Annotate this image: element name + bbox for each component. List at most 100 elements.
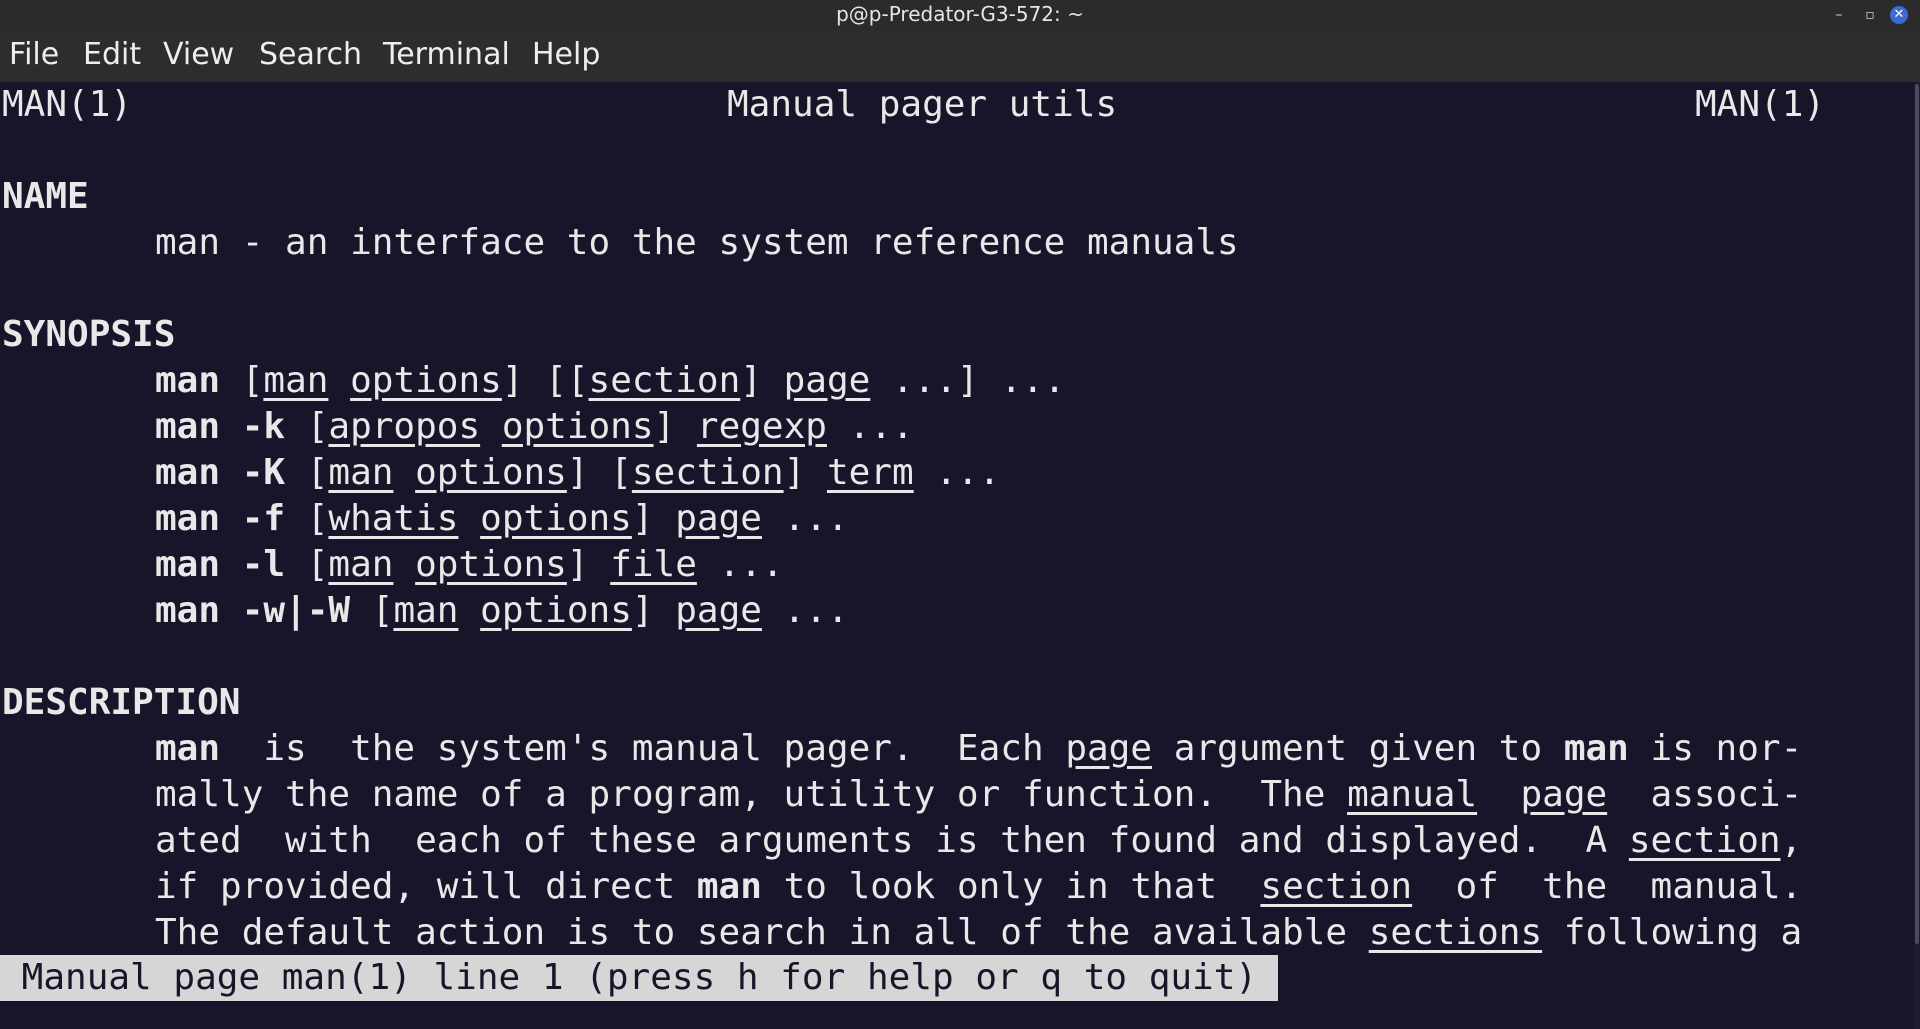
menu-help[interactable]: Help bbox=[532, 37, 600, 72]
command: man -w|-W bbox=[155, 590, 351, 631]
text: to look only in that bbox=[761, 866, 1261, 907]
argument: file bbox=[610, 544, 697, 585]
text: ] bbox=[566, 544, 611, 585]
argument: section bbox=[631, 452, 784, 493]
text: following a bbox=[1542, 912, 1803, 953]
argument: section bbox=[588, 360, 741, 401]
man-header-center: Manual pager utils bbox=[727, 84, 1118, 125]
argument: page bbox=[1520, 774, 1608, 815]
text: ... bbox=[761, 590, 849, 631]
bold-text: man bbox=[155, 728, 221, 769]
argument: options bbox=[415, 544, 567, 585]
window-title: p@p-Predator-G3-572: ~ bbox=[836, 2, 1084, 26]
text bbox=[458, 498, 480, 539]
description-line: mally the name of a program, utility or … bbox=[155, 772, 1802, 818]
text: ] bbox=[740, 360, 784, 401]
text: ... bbox=[826, 406, 914, 447]
text: [ bbox=[220, 360, 264, 401]
menu-search[interactable]: Search bbox=[259, 37, 362, 72]
terminal-output[interactable]: MAN(1) Manual pager utils MAN(1) NAME ma… bbox=[0, 82, 1914, 1029]
text: ] [[ bbox=[501, 360, 589, 401]
argument: manual bbox=[1347, 774, 1478, 815]
synopsis-line: man -k [apropos options] regexp ... bbox=[155, 404, 914, 450]
argument: man bbox=[393, 590, 459, 631]
text bbox=[1477, 774, 1520, 815]
argument: apropos bbox=[328, 406, 481, 447]
text: mally the name of a program, utility or … bbox=[155, 774, 1348, 815]
maximize-icon[interactable]: ▫ bbox=[1860, 5, 1880, 25]
argument: whatis bbox=[328, 498, 459, 539]
argument: man bbox=[328, 452, 394, 493]
window-titlebar[interactable]: p@p-Predator-G3-572: ~ – ▫ ✕ bbox=[0, 0, 1920, 30]
text: if provided, will direct bbox=[155, 866, 697, 907]
text: is the system's manual pager. Each bbox=[220, 728, 1066, 769]
text: ated with each of these arguments is the… bbox=[155, 820, 1629, 861]
section-heading-name: NAME bbox=[2, 176, 89, 217]
menu-file[interactable]: File bbox=[9, 37, 59, 72]
menu-edit[interactable]: Edit bbox=[83, 37, 141, 72]
text: ] bbox=[631, 590, 676, 631]
description-line: if provided, will direct man to look onl… bbox=[155, 864, 1802, 910]
text: , bbox=[1780, 820, 1803, 861]
text: ] bbox=[783, 452, 827, 493]
argument: options bbox=[501, 406, 654, 447]
text: [ bbox=[285, 452, 329, 493]
text: ] [ bbox=[566, 452, 632, 493]
text bbox=[393, 452, 415, 493]
argument: section bbox=[1628, 820, 1781, 861]
argument: options bbox=[480, 498, 632, 539]
text: ] bbox=[631, 498, 676, 539]
name-description: man - an interface to the system referen… bbox=[155, 222, 1239, 263]
text: ... bbox=[913, 452, 1001, 493]
synopsis-line: man [man options] [[section] page ...] .… bbox=[155, 358, 1065, 404]
text: associ- bbox=[1607, 774, 1803, 815]
text: The default action is to search in all o… bbox=[155, 912, 1369, 953]
text bbox=[458, 590, 480, 631]
command: man bbox=[155, 360, 221, 401]
text: ] bbox=[653, 406, 697, 447]
text: ... bbox=[696, 544, 784, 585]
text bbox=[393, 544, 415, 585]
minimize-icon[interactable]: – bbox=[1829, 5, 1849, 25]
argument: page bbox=[675, 590, 762, 631]
argument: term bbox=[826, 452, 914, 493]
bold-text: man bbox=[696, 866, 762, 907]
text: [ bbox=[285, 498, 329, 539]
synopsis-line: man -l [man options] file ... bbox=[155, 542, 784, 588]
close-icon[interactable]: ✕ bbox=[1890, 6, 1908, 24]
text: is nor- bbox=[1628, 728, 1803, 769]
menu-view[interactable]: View bbox=[163, 37, 234, 72]
argument: man bbox=[263, 360, 329, 401]
command: man -K bbox=[155, 452, 286, 493]
argument: options bbox=[480, 590, 632, 631]
command: man -l bbox=[155, 544, 286, 585]
argument: options bbox=[350, 360, 502, 401]
text bbox=[480, 406, 502, 447]
text: ...] ... bbox=[870, 360, 1066, 401]
argument: section bbox=[1260, 866, 1413, 907]
text: ... bbox=[761, 498, 849, 539]
menu-terminal[interactable]: Terminal bbox=[383, 37, 510, 72]
command: man -f bbox=[155, 498, 286, 539]
argument: options bbox=[415, 452, 567, 493]
man-header-left: MAN(1) bbox=[2, 84, 133, 125]
terminal-scrollbar[interactable] bbox=[1914, 82, 1920, 1029]
menu-bar: File Edit View Search Terminal Help bbox=[0, 30, 1920, 82]
argument: man bbox=[328, 544, 394, 585]
section-heading-description: DESCRIPTION bbox=[2, 682, 241, 723]
synopsis-line: man -K [man options] [section] term ... bbox=[155, 450, 1000, 496]
text bbox=[328, 360, 350, 401]
synopsis-line: man -w|-W [man options] page ... bbox=[155, 588, 849, 634]
command: man -k bbox=[155, 406, 286, 447]
argument: sections bbox=[1368, 912, 1543, 953]
text: [ bbox=[285, 544, 329, 585]
scrollbar-thumb[interactable] bbox=[1915, 84, 1919, 944]
text: [ bbox=[285, 406, 329, 447]
description-line: man is the system's manual pager. Each p… bbox=[155, 726, 1802, 772]
argument: regexp bbox=[696, 406, 827, 447]
text: [ bbox=[350, 590, 394, 631]
pager-status-line: Manual page man(1) line 1 (press h for h… bbox=[0, 955, 1278, 1001]
argument: page bbox=[783, 360, 871, 401]
synopsis-line: man -f [whatis options] page ... bbox=[155, 496, 849, 542]
argument: page bbox=[675, 498, 762, 539]
